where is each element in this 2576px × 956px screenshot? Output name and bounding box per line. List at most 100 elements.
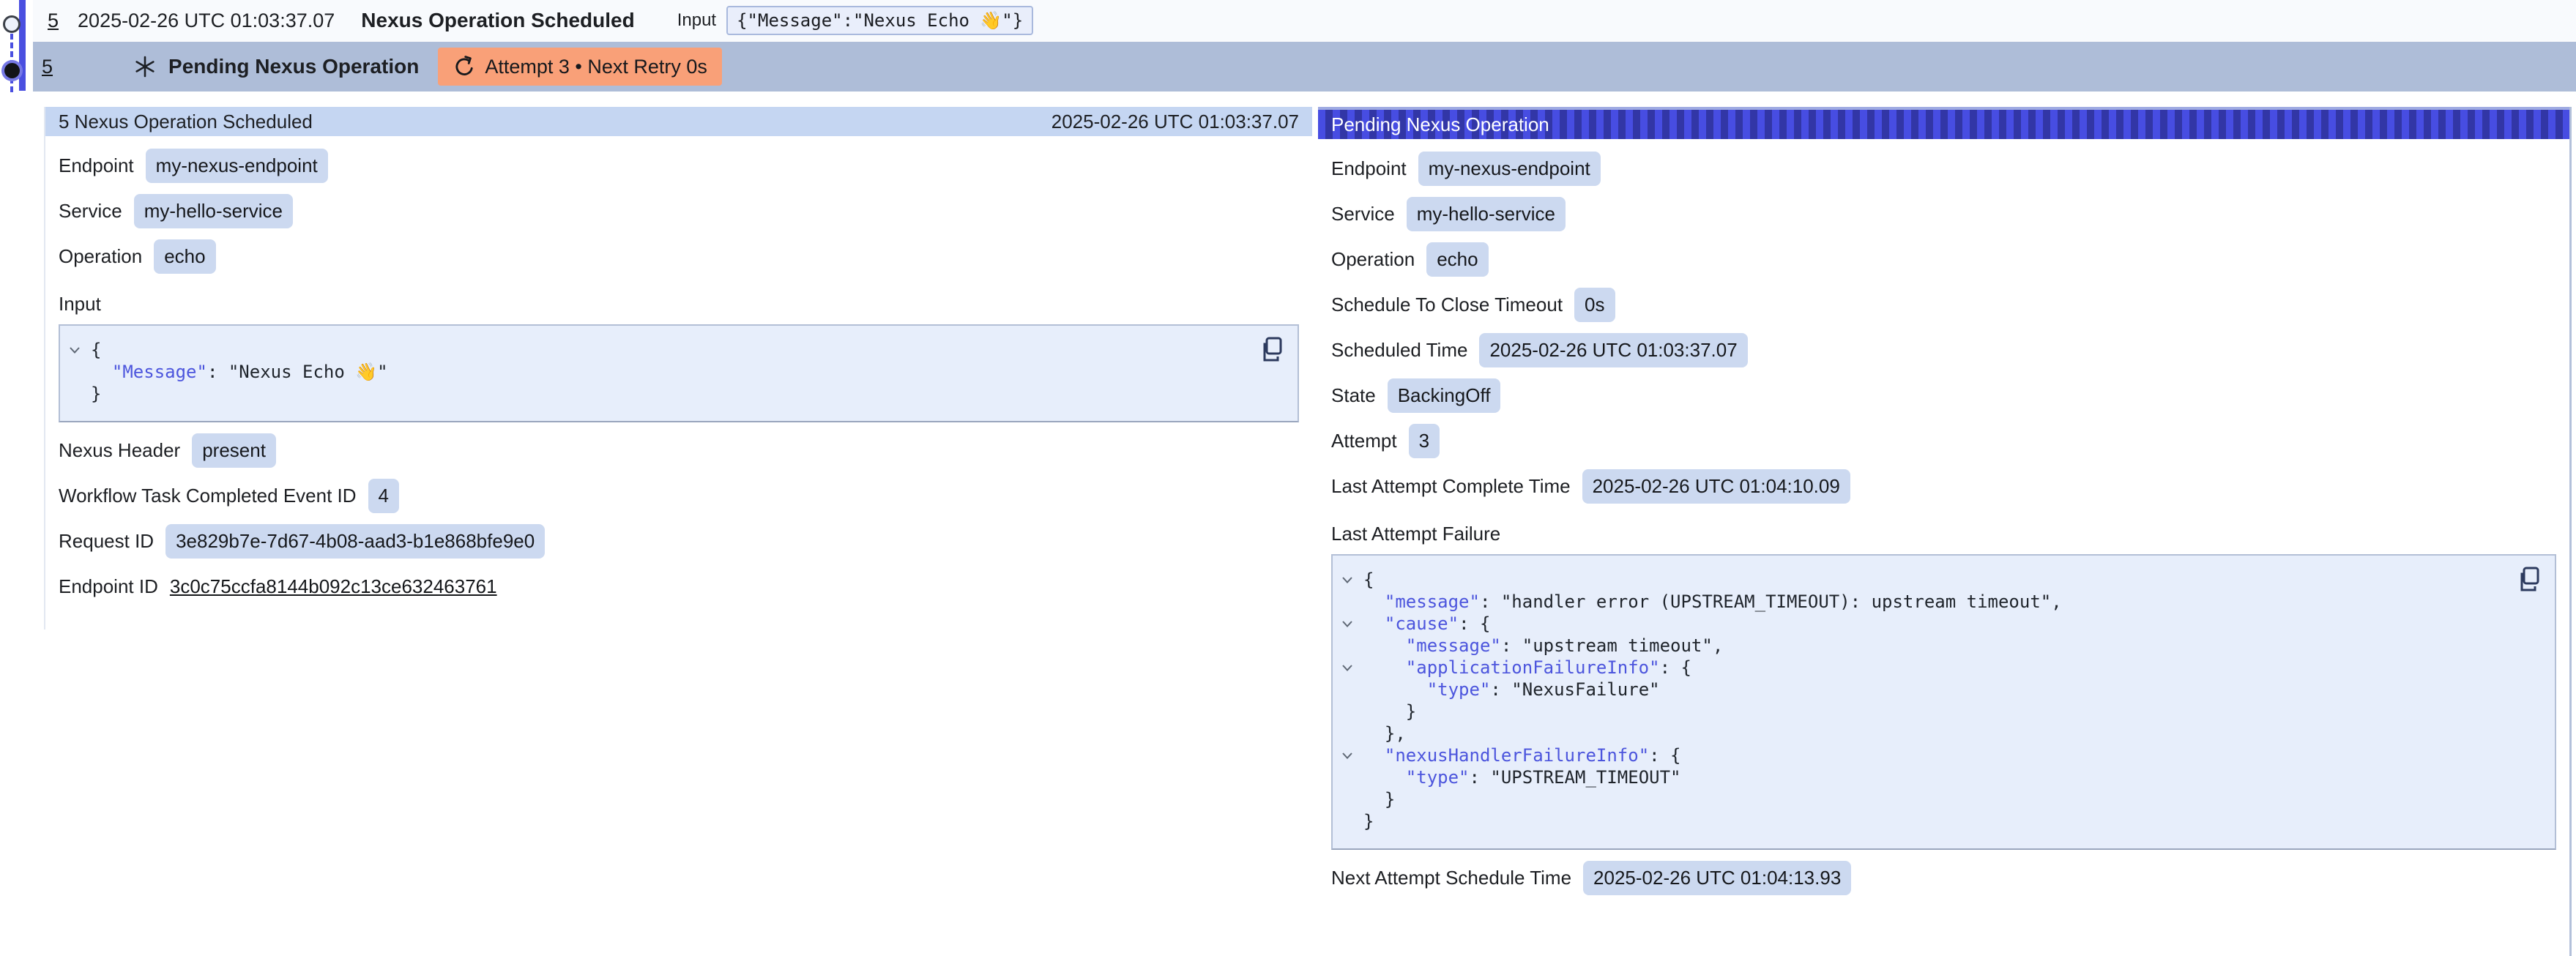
code-line: "message": "upstream timeout", [1341,635,2504,657]
code-line: "nexusHandlerFailureInfo": { [1341,744,2504,766]
field-row-schedule-to-close-timeout: Schedule To Close Timeout 0s [1331,288,2556,322]
field-value-badge: my-nexus-endpoint [146,149,328,183]
retry-status-badge: Attempt 3 • Next Retry 0s [438,48,722,86]
code-gutter [1341,722,1363,744]
field-row-last-attempt-complete-time: Last Attempt Complete Time2025-02-26 UTC… [1331,469,2556,504]
field-label: Schedule To Close Timeout [1331,294,1563,316]
panel-pending-nexus-operation: Pending Nexus Operation Endpointmy-nexus… [1318,107,2572,956]
field-value-badge: echo [154,239,215,274]
failure-section-label: Last Attempt Failure [1331,523,2556,545]
pending-asterisk-icon [133,55,157,78]
event-id-link[interactable]: 5 [42,56,53,78]
code-line: } [1341,810,2504,832]
field-label: Nexus Header [59,439,180,462]
collapse-chevron-icon[interactable] [1341,569,1363,591]
field-row-operation: Operation echo [59,239,1299,274]
code-line: } [69,383,1246,405]
field-row-operation: Operation echo [1331,242,2556,277]
field-row-state: State BackingOff [1331,378,2556,413]
field-value-badge: 0s [1574,288,1615,322]
collapse-chevron-icon[interactable] [1341,744,1363,766]
field-label: Last Attempt Complete Time [1331,475,1571,498]
code-gutter [1341,788,1363,810]
copy-icon [2518,566,2542,592]
field-label: Attempt [1331,430,1397,452]
code-text: { [91,339,101,361]
field-row-attempt: Attempt3 [1331,424,2556,458]
field-value-badge: 3e829b7e-7d67-4b08-aad3-b1e868bfe9e0 [165,524,545,559]
code-text: "cause": { [1363,613,1490,635]
code-line: }, [1341,722,2504,744]
copy-button[interactable] [2518,566,2542,594]
code-line: "cause": { [1341,613,2504,635]
field-label: Request ID [59,530,154,553]
panel-nexus-operation-scheduled: 5 Nexus Operation Scheduled 2025-02-26 U… [44,107,1312,630]
event-id-link[interactable]: 5 [48,10,59,32]
code-gutter [1341,635,1363,657]
input-code-block: { "Message": "Nexus Echo 👋"} [59,324,1299,422]
field-row-request-id: Request ID 3e829b7e-7d67-4b08-aad3-b1e868… [59,524,1299,559]
left-panel-header: 5 Nexus Operation Scheduled 2025-02-26 U… [45,107,1312,136]
field-value-badge: 2025-02-26 UTC 01:04:13.93 [1583,861,1851,895]
event-row-pending-selected[interactable]: 5 Pending Nexus Operation Attempt 3 • Ne… [33,42,2576,92]
code-line: "Message": "Nexus Echo 👋" [69,361,1246,383]
left-fields-top: Endpointmy-nexus-endpointServicemy-hello… [59,149,1299,274]
field-value-badge: BackingOff [1388,378,1501,413]
code-gutter [69,361,91,383]
field-row-endpoint-id: Endpoint ID 3c0c75ccfa8144b092c13ce632463… [59,570,1299,604]
field-row-scheduled-time: Scheduled Time 2025-02-26 UTC 01:03:37.07 [1331,333,2556,367]
left-panel-timestamp: 2025-02-26 UTC 01:03:37.07 [1051,111,1299,133]
field-label: Scheduled Time [1331,339,1467,362]
field-label: Endpoint ID [59,575,158,598]
collapse-chevron-icon[interactable] [1341,613,1363,635]
code-line: "applicationFailureInfo": { [1341,657,2504,679]
field-row-endpoint: Endpointmy-nexus-endpoint [1331,152,2556,186]
field-label: State [1331,384,1376,407]
event-row-scheduled[interactable]: 5 2025-02-26 UTC 01:03:37.07 Nexus Opera… [33,0,2576,41]
field-value-badge: my-hello-service [134,194,293,228]
field-label: Operation [1331,248,1415,271]
code-text: "nexusHandlerFailureInfo": { [1363,744,1681,766]
code-line: "type": "UPSTREAM_TIMEOUT" [1341,766,2504,788]
input-payload-chip: {"Message":"Nexus Echo 👋"} [726,6,1033,35]
retry-icon [453,55,474,78]
collapse-chevron-icon[interactable] [69,339,91,361]
field-label: Endpoint [1331,157,1407,180]
code-line: { [69,339,1246,361]
code-text: "Message": "Nexus Echo 👋" [91,361,388,383]
code-gutter [1341,591,1363,613]
code-line: } [1341,701,2504,722]
field-label: Workflow Task Completed Event ID [59,485,357,507]
field-label: Service [59,200,122,223]
timeline-selected-bar [19,0,26,91]
field-label: Operation [59,245,142,268]
code-line: "type": "NexusFailure" [1341,679,2504,701]
code-text: "applicationFailureInfo": { [1363,657,1691,679]
field-value-link[interactable]: 3c0c75ccfa8144b092c13ce632463761 [170,570,497,604]
code-gutter [1341,679,1363,701]
field-row-nexus-header: Nexus Header present [59,433,1299,468]
event-timestamp: 2025-02-26 UTC 01:03:37.07 [78,10,335,32]
collapse-chevron-icon[interactable] [1341,657,1363,679]
code-text: "type": "NexusFailure" [1363,679,1660,701]
event-title: Pending Nexus Operation [168,55,419,78]
timeline-node-current-icon [4,63,20,78]
field-row-workflow-task-completed-event-id: Workflow Task Completed Event ID4 [59,479,1299,513]
code-gutter [69,383,91,405]
field-value-badge: present [192,433,276,468]
code-text: { [1363,569,1374,591]
code-text: "message": "upstream timeout", [1363,635,1723,657]
code-text: } [1363,788,1395,810]
right-fields-bottom: Next Attempt Schedule Time2025-02-26 UTC… [1331,861,2556,895]
field-row-service: Service my-hello-service [59,194,1299,228]
right-fields-top: Endpointmy-nexus-endpoint Service my-hello… [1331,152,2556,504]
copy-button[interactable] [1261,336,1284,365]
code-gutter [1341,766,1363,788]
code-line: "message": "handler error (UPSTREAM_TIME… [1341,591,2504,613]
field-label: Service [1331,203,1395,225]
field-value-badge: 2025-02-26 UTC 01:03:37.07 [1479,333,1747,367]
field-value-badge: echo [1426,242,1488,277]
right-panel-title: Pending Nexus Operation [1331,113,1549,136]
field-value-badge: my-hello-service [1407,197,1566,231]
copy-icon [1261,336,1284,362]
